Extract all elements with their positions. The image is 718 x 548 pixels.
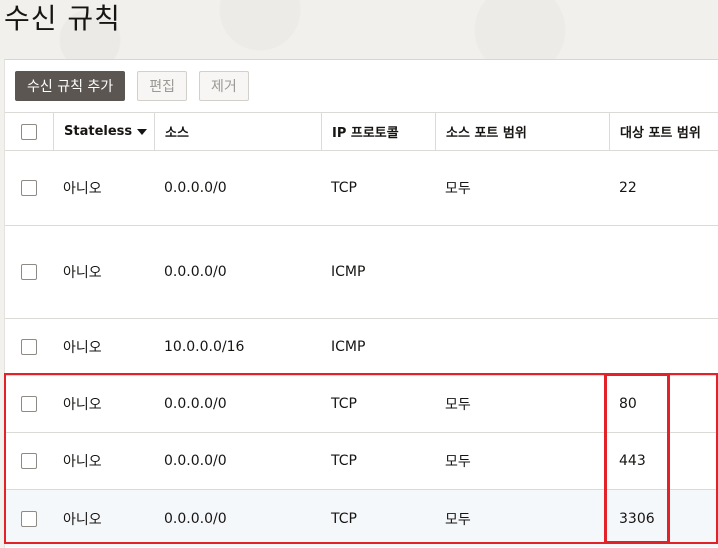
row-checkbox[interactable]	[21, 339, 37, 355]
cell-stateless: 아니오	[63, 265, 102, 281]
cell-protocol: TCP	[331, 180, 357, 196]
cell-dest-port: 443	[619, 453, 646, 469]
cell-source: 0.0.0.0/0	[164, 510, 227, 527]
row-select-cell	[5, 226, 53, 318]
cell-protocol: TCP	[331, 396, 357, 412]
cell-source-port: 모두	[445, 181, 471, 197]
column-header-source: 소스	[154, 113, 321, 150]
cell-stateless: 아니오	[63, 181, 102, 197]
cell-protocol: TCP	[331, 510, 357, 527]
table-row: 아니오 0.0.0.0/0 TCP 모두 22	[5, 150, 718, 225]
row-select-cell	[5, 433, 53, 489]
column-header-dest-port: 대상 포트 범위	[609, 113, 718, 150]
table-row: 아니오 10.0.0.0/16 ICMP	[5, 318, 718, 375]
edit-button[interactable]: 편집	[137, 71, 187, 101]
table-row: 아니오 0.0.0.0/0 ICMP	[5, 225, 718, 318]
table-row: 아니오 0.0.0.0/0 TCP 모두 80	[5, 375, 718, 432]
table-row: 아니오 0.0.0.0/0 TCP 모두 3306	[5, 489, 718, 547]
cell-source-port: 모두	[445, 397, 471, 413]
row-checkbox[interactable]	[21, 396, 37, 412]
cell-dest-port: 80	[619, 396, 637, 412]
cell-dest-port	[609, 319, 718, 375]
ingress-rules-panel: 수신 규칙 추가 편집 제거 Stateless 소스 IP 프로토콜 소스 포…	[4, 59, 718, 548]
column-header-stateless-label: Stateless	[64, 124, 133, 139]
cell-dest-port	[609, 226, 718, 318]
cell-stateless: 아니오	[63, 511, 102, 528]
cell-source-port: 모두	[445, 511, 471, 528]
row-checkbox[interactable]	[21, 453, 37, 469]
cell-source-port	[435, 226, 609, 318]
row-checkbox[interactable]	[21, 510, 37, 527]
cell-source-port: 모두	[445, 454, 471, 470]
cell-source: 0.0.0.0/0	[164, 264, 227, 280]
cell-stateless: 아니오	[63, 454, 102, 470]
cell-source: 10.0.0.0/16	[164, 339, 245, 355]
cell-stateless: 아니오	[63, 340, 102, 356]
select-all-cell	[5, 113, 53, 150]
column-header-stateless[interactable]: Stateless	[53, 113, 154, 150]
cell-protocol: ICMP	[331, 339, 366, 355]
cell-source: 0.0.0.0/0	[164, 453, 227, 469]
row-select-cell	[5, 376, 53, 432]
row-select-cell	[5, 490, 53, 547]
cell-dest-port: 22	[619, 180, 637, 196]
column-header-protocol: IP 프로토콜	[321, 113, 435, 150]
add-ingress-rule-button[interactable]: 수신 규칙 추가	[15, 71, 126, 101]
select-all-checkbox[interactable]	[21, 123, 37, 140]
cell-dest-port: 3306	[619, 510, 655, 527]
sort-descending-icon[interactable]	[137, 128, 148, 135]
cell-protocol: TCP	[331, 453, 357, 469]
row-checkbox[interactable]	[21, 264, 37, 280]
cell-source: 0.0.0.0/0	[164, 396, 227, 412]
cell-source: 0.0.0.0/0	[164, 180, 227, 196]
page-title: 수신 규칙	[4, 2, 121, 35]
table-row: 아니오 0.0.0.0/0 TCP 모두 443	[5, 432, 718, 489]
remove-button[interactable]: 제거	[198, 71, 249, 101]
row-select-cell	[5, 151, 53, 225]
cell-protocol: ICMP	[331, 264, 366, 280]
cell-source-port	[435, 319, 609, 375]
toolbar: 수신 규칙 추가 편집 제거	[15, 70, 249, 102]
row-checkbox[interactable]	[21, 180, 37, 196]
row-select-cell	[5, 319, 53, 375]
column-header-source-port: 소스 포트 범위	[435, 113, 609, 150]
cell-stateless: 아니오	[63, 397, 102, 413]
table-header-row: Stateless 소스 IP 프로토콜 소스 포트 범위 대상 포트 범위	[5, 112, 718, 150]
